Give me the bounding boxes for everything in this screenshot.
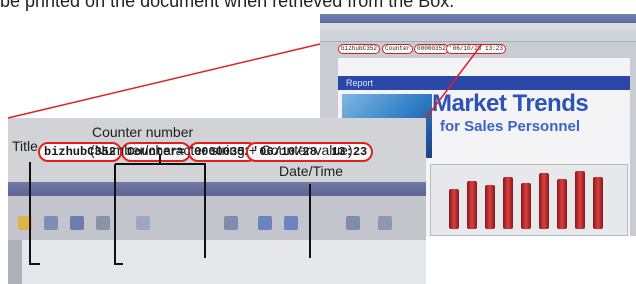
zoom-line-left <box>7 43 321 119</box>
label-title: Title <box>12 138 38 154</box>
counter-value-connector <box>160 163 206 258</box>
label-date-time: Date/Time <box>279 163 344 179</box>
label-counter-detail: (Number/character string + Counter value… <box>90 142 353 158</box>
zoom-line-right <box>425 43 483 119</box>
title-connector <box>29 162 40 265</box>
label-counter-number: Counter number <box>92 124 194 140</box>
